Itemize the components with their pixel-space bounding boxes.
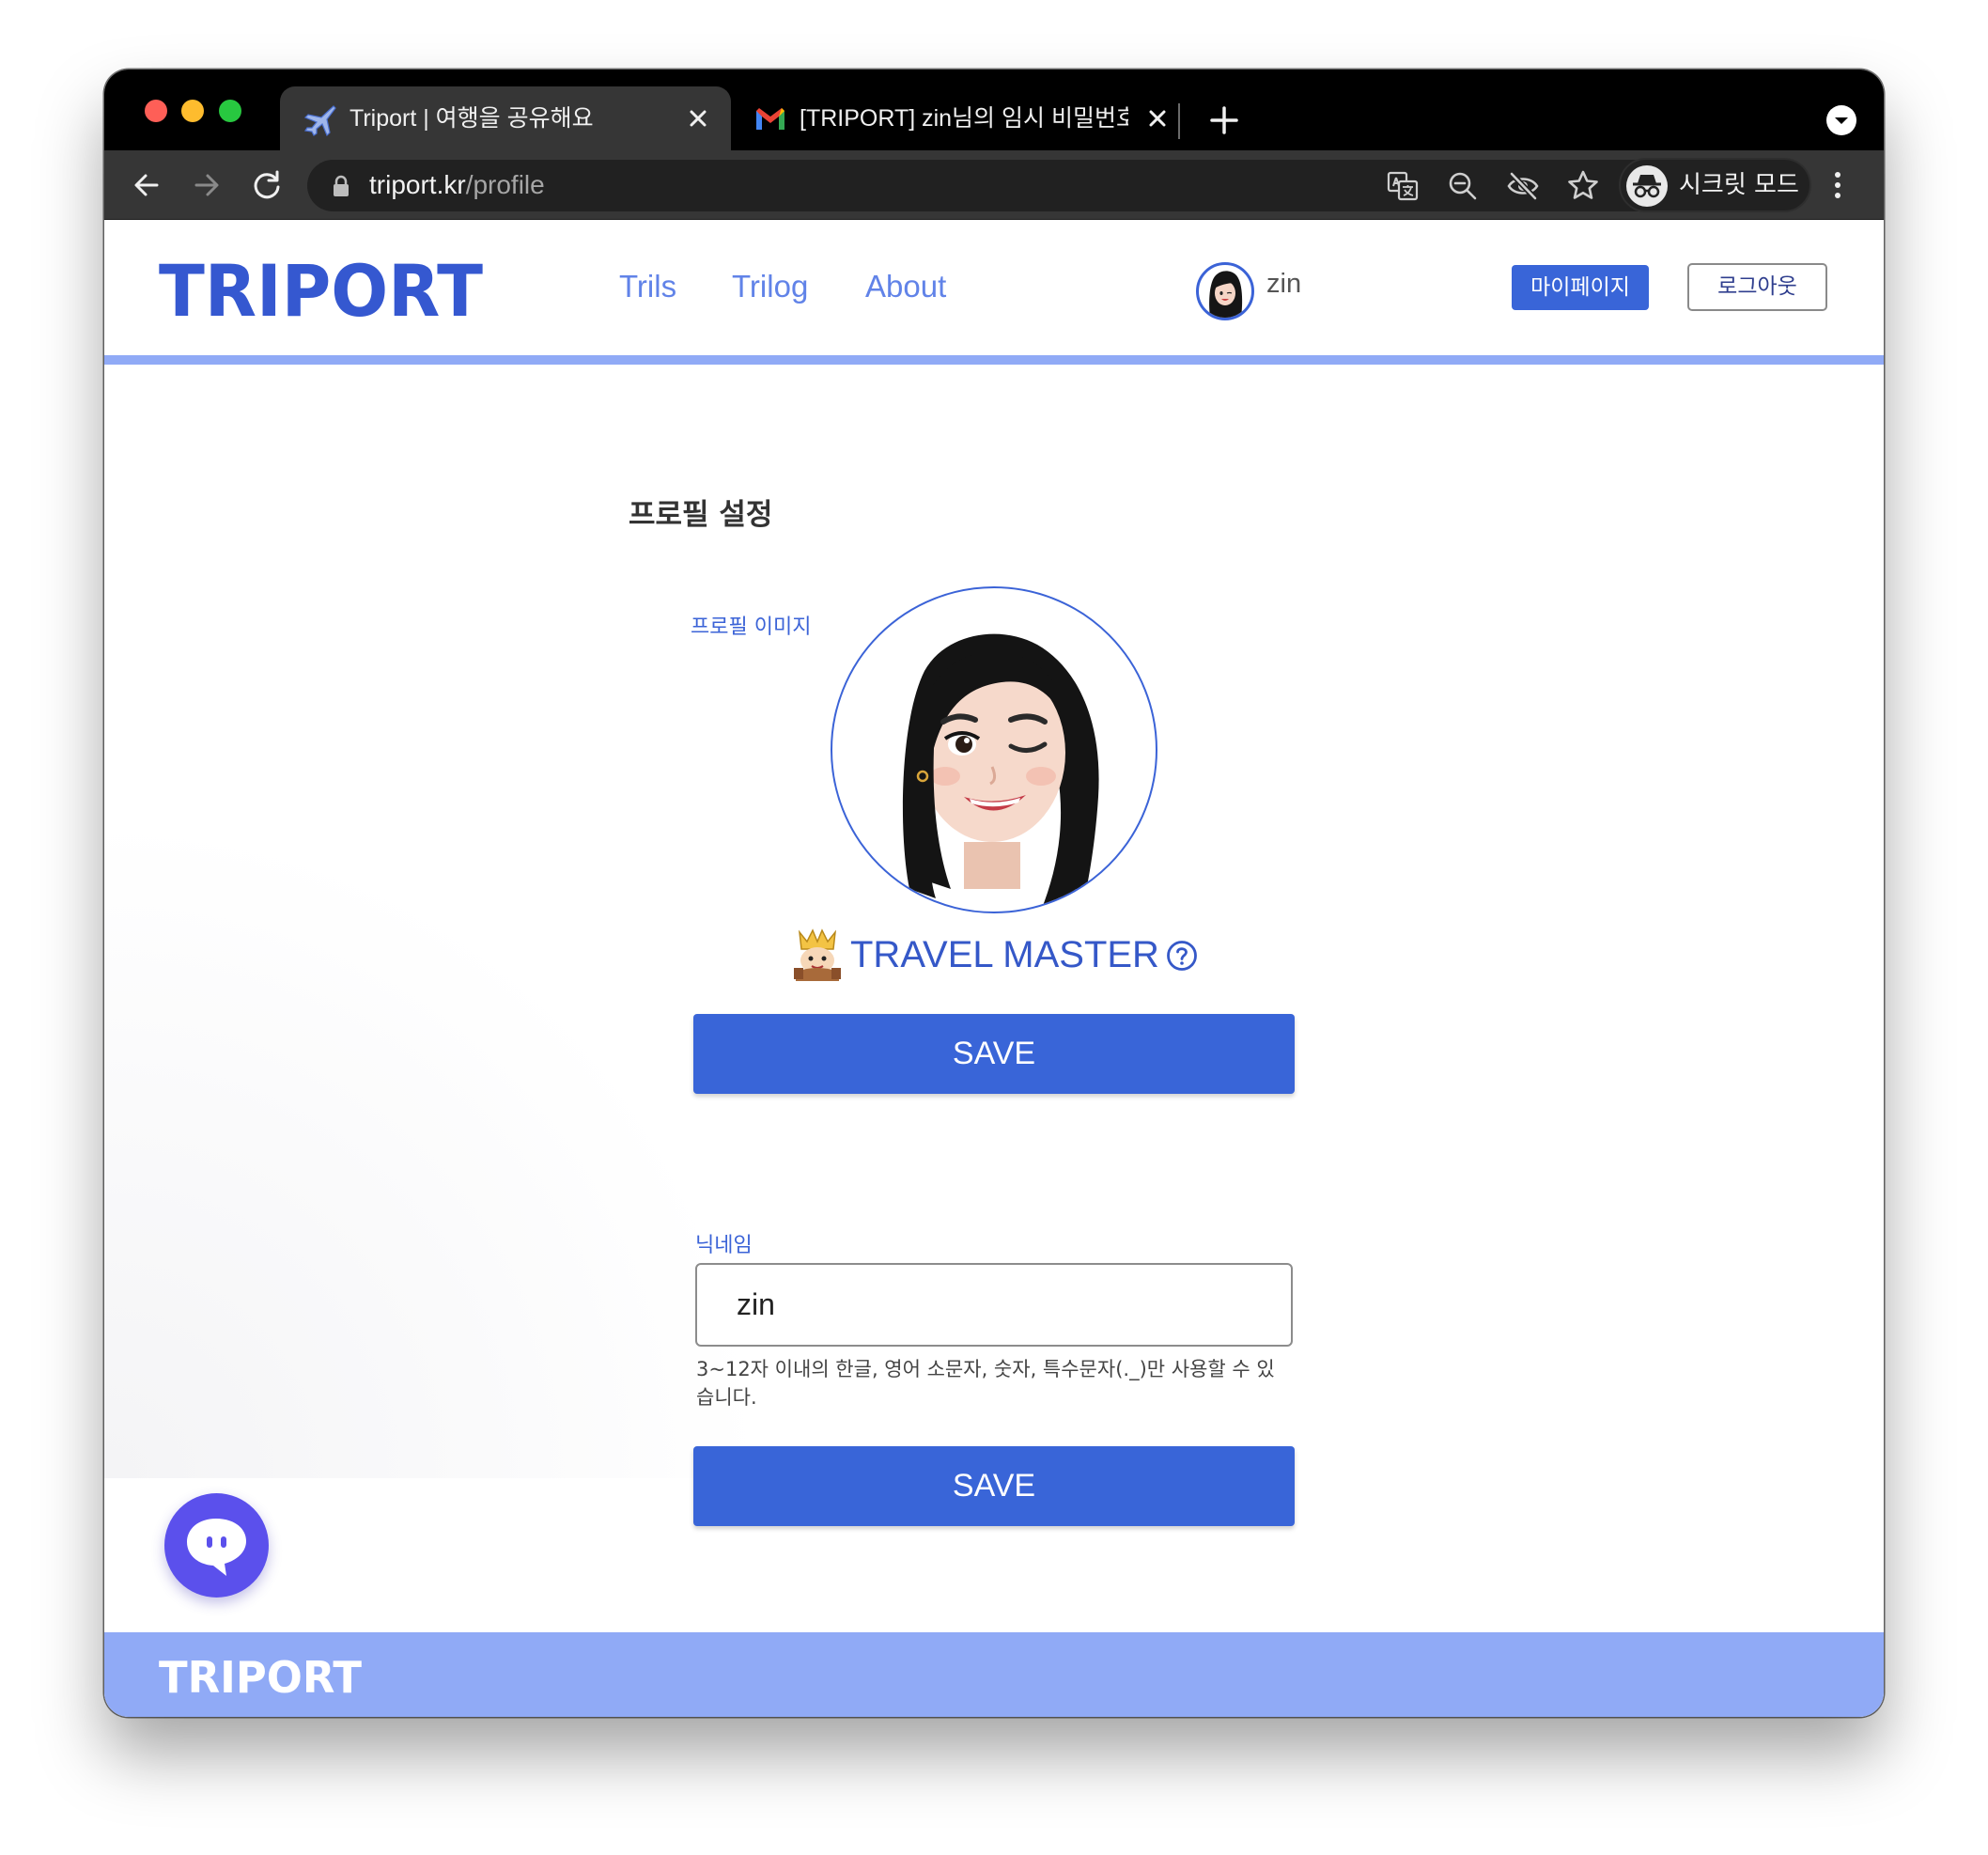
maximize-window-button[interactable]: [219, 100, 241, 122]
nav-about[interactable]: About: [865, 267, 946, 306]
tab-strip: Triport | 여행을 공유해요 [TRIPORT] zin님의 임시 비밀…: [104, 70, 1884, 150]
bookmark-star-icon[interactable]: [1566, 169, 1600, 203]
reload-icon[interactable]: [249, 167, 285, 203]
header-divider: [104, 355, 1884, 365]
site-header: TRIPORT Trils Trilog About zin 마이페이지 로그아…: [104, 220, 1884, 365]
browser-window: Triport | 여행을 공유해요 [TRIPORT] zin님의 임시 비밀…: [104, 70, 1884, 1717]
nav-trils[interactable]: Trils: [619, 267, 676, 306]
rank-crown-icon: [794, 928, 841, 981]
incognito-label: 시크릿 모드: [1679, 171, 1799, 199]
site-footer: TRIPORT: [104, 1632, 1884, 1717]
footer-logo: TRIPORT: [159, 1653, 363, 1698]
save-image-button[interactable]: SAVE: [693, 1014, 1295, 1094]
nav-trilog[interactable]: Trilog: [732, 267, 808, 306]
triport-logo[interactable]: TRIPORT: [159, 254, 488, 323]
save-nickname-button[interactable]: SAVE: [693, 1446, 1295, 1526]
back-icon[interactable]: [129, 167, 164, 203]
nickname-label: 닉네임: [695, 1234, 753, 1257]
profile-image-label: 프로필 이미지: [691, 616, 812, 639]
logout-button[interactable]: 로그아웃: [1687, 263, 1827, 311]
zoom-out-icon[interactable]: [1446, 169, 1480, 203]
tab-title: [TRIPORT] zin님의 임시 비밀번호를: [800, 105, 1128, 132]
nickname-input[interactable]: [695, 1263, 1293, 1347]
lock-icon: [334, 175, 349, 196]
airplane-icon: [303, 105, 336, 136]
gmail-icon: [756, 108, 784, 130]
more-menu-icon[interactable]: [1833, 167, 1842, 203]
close-tab-icon[interactable]: [684, 104, 712, 132]
tab-triport[interactable]: Triport | 여행을 공유해요: [280, 86, 731, 150]
chevron-down-icon: [1835, 117, 1848, 124]
user-avatar[interactable]: [1196, 262, 1254, 320]
profile-image[interactable]: [831, 586, 1157, 913]
tab-gmail[interactable]: [TRIPORT] zin님의 임시 비밀번호를: [736, 86, 1273, 150]
page-title: 프로필 설정: [629, 498, 773, 532]
nickname-helper-text: 3~12자 이내의 한글, 영어 소문자, 숫자, 특수문자(._)만 사용할 …: [696, 1358, 1275, 1409]
svg-text:TRIPORT: TRIPORT: [159, 1653, 363, 1698]
tab-title: Triport | 여행을 공유해요: [349, 105, 594, 132]
forward-icon[interactable]: [189, 167, 225, 203]
url-text: triport.kr/profile: [369, 170, 545, 199]
close-window-button[interactable]: [145, 100, 167, 122]
web-page: TRIPORT Trils Trilog About zin 마이페이지 로그아…: [104, 220, 1884, 1717]
translate-icon[interactable]: [1386, 169, 1420, 203]
memoji-avatar: [902, 633, 1099, 912]
tab-search-button[interactable]: [1826, 105, 1856, 135]
tab-separator: [1178, 103, 1180, 139]
incognito-icon: [1626, 165, 1668, 207]
rank-title: TRAVEL MASTER: [850, 934, 1159, 975]
tracking-blocked-icon[interactable]: [1506, 169, 1540, 203]
user-name: zin: [1266, 269, 1302, 299]
help-icon[interactable]: [1166, 940, 1198, 972]
close-tab-icon[interactable]: [1143, 104, 1172, 132]
address-bar[interactable]: triport.kr/profile: [307, 160, 1717, 211]
incognito-indicator[interactable]: 시크릿 모드: [1619, 158, 1811, 212]
browser-toolbar: triport.kr/profile 시크릿 모드: [104, 150, 1884, 220]
chat-bubble-icon: [187, 1519, 246, 1576]
chat-button[interactable]: [164, 1493, 269, 1598]
svg-text:TRIPORT: TRIPORT: [159, 254, 483, 323]
minimize-window-button[interactable]: [181, 100, 204, 122]
new-tab-icon[interactable]: [1207, 103, 1241, 137]
mypage-button[interactable]: 마이페이지: [1512, 265, 1649, 310]
